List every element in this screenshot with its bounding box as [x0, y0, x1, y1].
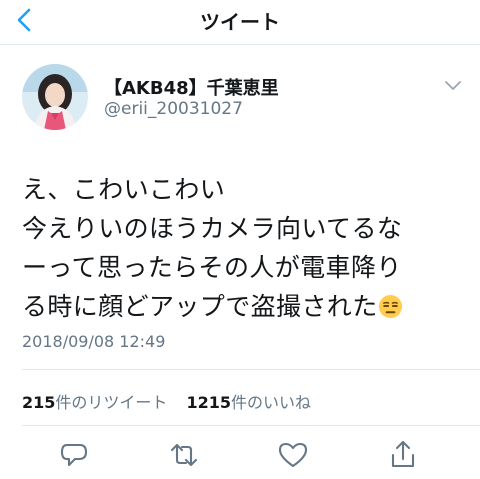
author-handle[interactable]: @erii_20031027 — [104, 99, 243, 119]
retweet-count[interactable]: 215件のリツイート — [22, 393, 167, 412]
divider — [22, 369, 480, 370]
tweet-text-line: え、こわいこわい — [22, 175, 226, 204]
retweet-count-label: 件のリツイート — [55, 393, 168, 412]
tweet-text-line-last: る時に顔どアップで盗撮された — [22, 287, 470, 326]
divider — [22, 425, 480, 426]
tweet-timestamp: 2018/09/08 12:49 — [22, 332, 166, 351]
tweet-text: え、こわいこわい 今えりいのほうカメラ向いてるな ーって思ったらその人が電車降り… — [22, 170, 470, 326]
avatar[interactable] — [22, 64, 88, 130]
expressionless-face-icon — [378, 294, 402, 319]
reply-icon[interactable] — [57, 438, 91, 472]
page-title: ツイート — [200, 10, 280, 34]
like-icon[interactable] — [276, 438, 310, 472]
tweet-text-line: る時に顔どアップで盗撮された — [22, 292, 378, 321]
retweet-count-value: 215 — [22, 393, 56, 412]
share-icon[interactable] — [386, 438, 420, 472]
author-display-name[interactable]: 【AKB48】千葉恵里 — [104, 74, 279, 100]
tweet-text-line: ーって思ったらその人が電車降り — [22, 253, 402, 282]
like-count-value: 1215 — [186, 393, 232, 412]
top-navigation-bar: ツイート — [0, 0, 480, 45]
like-count-label: 件のいいね — [231, 393, 312, 412]
tweet-actions — [0, 438, 480, 472]
chevron-down-icon[interactable] — [444, 80, 462, 92]
retweet-icon[interactable] — [167, 438, 201, 472]
tweet-text-line: 今えりいのほうカメラ向いてるな — [22, 214, 403, 243]
like-count[interactable]: 1215件のいいね — [187, 393, 312, 412]
tweet-stats: 215件のリツイート 1215件のいいね — [22, 389, 325, 413]
